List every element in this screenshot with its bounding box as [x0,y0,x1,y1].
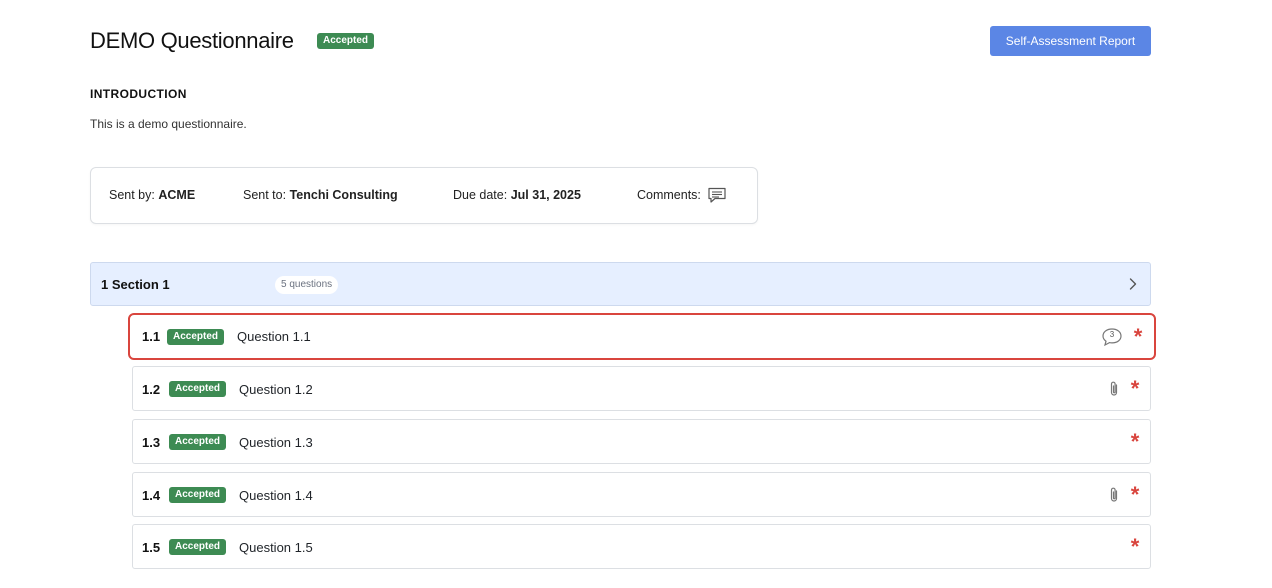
sent-by-label: Sent by: [109,188,155,202]
status-badge: Accepted [167,329,225,345]
sent-to: Sent to: Tenchi Consulting [243,188,398,202]
status-badge: Accepted [169,487,227,503]
comments-label: Comments: [637,188,701,202]
status-badge: Accepted [169,434,227,450]
page-title: DEMO Questionnaire [90,28,294,53]
comment-lines-icon[interactable] [707,186,727,204]
required-asterisk-icon: * [1130,375,1140,401]
chevron-right-icon [1126,276,1140,292]
sent-to-label: Sent to: [243,188,287,202]
question-number: 1.5 [142,540,161,555]
intro-heading: INTRODUCTION [90,87,187,101]
question-label: Question 1.1 [237,329,311,344]
question-row-1-2[interactable]: 1.2 Accepted Question 1.2 * [132,366,1151,411]
status-badge: Accepted [317,33,375,49]
sent-by: Sent by: ACME [109,188,195,202]
sent-to-value: Tenchi Consulting [289,188,398,202]
question-row-1-1[interactable]: 1.1 Accepted Question 1.1 3 * [128,313,1156,360]
question-count-badge: 5 questions [275,276,339,294]
question-label: Question 1.5 [239,540,313,555]
comments: Comments: [637,185,727,205]
question-number: 1.4 [142,488,161,503]
paperclip-icon[interactable] [1108,380,1120,398]
comment-count: 3 [1109,329,1115,339]
question-label: Question 1.4 [239,488,313,503]
question-row-1-4[interactable]: 1.4 Accepted Question 1.4 * [132,472,1151,517]
section-title: 1 Section 1 [101,277,170,292]
due-date: Due date: Jul 31, 2025 [453,188,581,202]
due-date-label: Due date: [453,188,508,202]
status-badge: Accepted [169,539,227,555]
info-card: Sent by: ACME Sent to: Tenchi Consulting… [90,167,758,224]
status-badge: Accepted [169,381,227,397]
comment-count-icon[interactable]: 3 [1101,327,1123,347]
question-number: 1.3 [142,435,161,450]
sent-by-value: ACME [158,188,196,202]
required-asterisk-icon: * [1130,428,1140,454]
question-label: Question 1.3 [239,435,313,450]
required-asterisk-icon: * [1130,533,1140,559]
question-number: 1.2 [142,382,161,397]
required-asterisk-icon: * [1133,323,1143,349]
due-date-value: Jul 31, 2025 [510,188,581,202]
intro-text: This is a demo questionnaire. [90,117,247,131]
question-row-1-3[interactable]: 1.3 Accepted Question 1.3 * [132,419,1151,464]
question-number: 1.1 [142,329,161,344]
section-1-header[interactable]: 1 Section 1 5 questions [90,262,1151,306]
question-label: Question 1.2 [239,382,313,397]
self-assessment-report-button[interactable]: Self-Assessment Report [990,26,1151,56]
paperclip-icon[interactable] [1108,486,1120,504]
question-row-1-5[interactable]: 1.5 Accepted Question 1.5 * [132,524,1151,569]
required-asterisk-icon: * [1130,481,1140,507]
